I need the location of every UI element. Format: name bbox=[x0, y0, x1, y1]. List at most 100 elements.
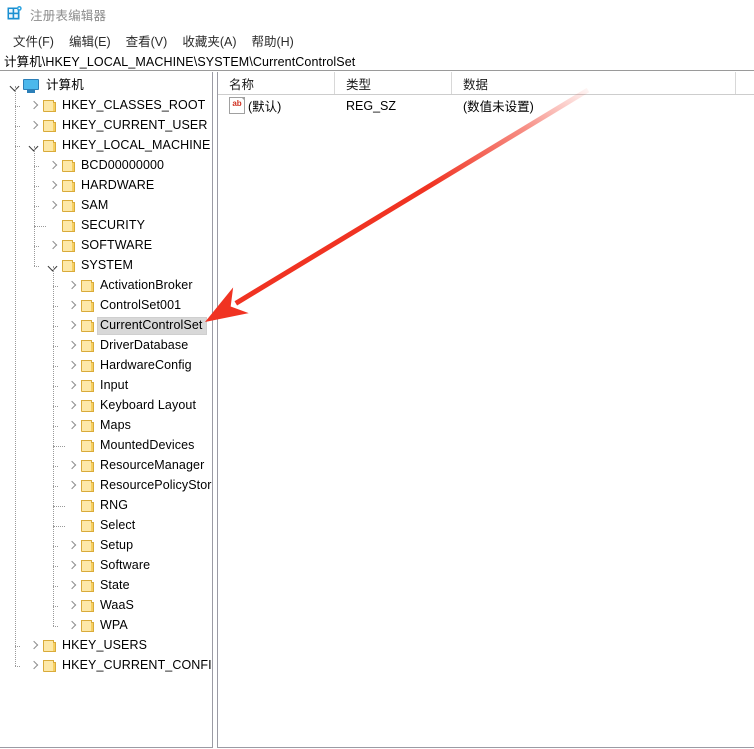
menu-view[interactable]: 查看(V) bbox=[119, 29, 176, 52]
tree-node[interactable]: SYSTEM bbox=[0, 256, 212, 276]
value-name: (默认) bbox=[248, 100, 282, 114]
tree-node-label: HKEY_CURRENT_USER bbox=[62, 118, 208, 132]
menu-help[interactable]: 帮助(H) bbox=[244, 29, 301, 52]
chevron-right-icon[interactable] bbox=[64, 358, 80, 374]
tree-node[interactable]: SOFTWARE bbox=[0, 236, 212, 256]
tree-connector bbox=[53, 506, 65, 508]
tree-connector bbox=[53, 446, 65, 448]
tree-node[interactable]: WaaS bbox=[0, 596, 212, 616]
chevron-right-icon[interactable] bbox=[64, 578, 80, 594]
tree-node[interactable]: WPA bbox=[0, 616, 212, 636]
chevron-right-icon[interactable] bbox=[64, 618, 80, 634]
chevron-right-icon[interactable] bbox=[64, 598, 80, 614]
address-bar[interactable]: 计算机\HKEY_LOCAL_MACHINE\SYSTEM\CurrentCon… bbox=[0, 51, 754, 71]
chevron-right-icon[interactable] bbox=[64, 338, 80, 354]
tree-node[interactable]: 计算机 bbox=[0, 76, 212, 96]
chevron-right-icon[interactable] bbox=[45, 238, 61, 254]
chevron-right-icon[interactable] bbox=[64, 378, 80, 394]
tree-node[interactable]: Input bbox=[0, 376, 212, 396]
tree-node[interactable]: HKEY_CURRENT_CONFIG bbox=[0, 656, 212, 676]
tree-connector bbox=[15, 146, 20, 148]
tree-node[interactable]: ActivationBroker bbox=[0, 276, 212, 296]
tree-node-label: SOFTWARE bbox=[81, 238, 153, 252]
column-header-label: 名称 bbox=[229, 77, 255, 92]
tree-node[interactable]: HKEY_LOCAL_MACHINE bbox=[0, 136, 212, 156]
folder-icon bbox=[61, 199, 76, 213]
tree-node[interactable]: CurrentControlSet bbox=[0, 316, 212, 336]
tree-node[interactable]: HKEY_USERS bbox=[0, 636, 212, 656]
tree-connector bbox=[34, 226, 46, 228]
folder-icon bbox=[80, 339, 95, 353]
value-row[interactable]: ab (默认) REG_SZ (数值未设置) bbox=[218, 95, 754, 116]
chevron-right-icon[interactable] bbox=[45, 158, 61, 174]
menu-file[interactable]: 文件(F) bbox=[6, 29, 62, 52]
tree-connector bbox=[34, 186, 39, 188]
tree-node[interactable]: HKEY_CLASSES_ROOT bbox=[0, 96, 212, 116]
menu-favorites[interactable]: 收藏夹(A) bbox=[175, 29, 244, 52]
folder-icon bbox=[61, 219, 76, 233]
tree-node-label: HKEY_USERS bbox=[62, 638, 148, 652]
value-data-cell: (数值未设置) bbox=[463, 100, 534, 114]
tree-node[interactable]: SAM bbox=[0, 196, 212, 216]
tree-node[interactable]: RNG bbox=[0, 496, 212, 516]
tree-connector bbox=[15, 106, 20, 108]
tree-connector bbox=[15, 86, 17, 666]
tree-node[interactable]: State bbox=[0, 576, 212, 596]
chevron-right-icon[interactable] bbox=[64, 398, 80, 414]
tree-node[interactable]: HARDWARE bbox=[0, 176, 212, 196]
tree-node[interactable]: Software bbox=[0, 556, 212, 576]
chevron-right-icon[interactable] bbox=[45, 198, 61, 214]
folder-icon bbox=[42, 659, 57, 673]
tree-node[interactable]: Setup bbox=[0, 536, 212, 556]
tree-node-label: HardwareConfig bbox=[100, 358, 192, 372]
chevron-right-icon[interactable] bbox=[45, 178, 61, 194]
chevron-right-icon[interactable] bbox=[64, 318, 80, 334]
folder-icon bbox=[80, 559, 95, 573]
chevron-right-icon[interactable] bbox=[26, 118, 42, 134]
chevron-right-icon[interactable] bbox=[64, 418, 80, 434]
chevron-right-icon[interactable] bbox=[64, 278, 80, 294]
tree-node[interactable]: DriverDatabase bbox=[0, 336, 212, 356]
tree-node[interactable]: SECURITY bbox=[0, 216, 212, 236]
tree-node[interactable]: ControlSet001 bbox=[0, 296, 212, 316]
menu-edit[interactable]: 编辑(E) bbox=[62, 29, 119, 52]
chevron-right-icon[interactable] bbox=[64, 538, 80, 554]
tree-node[interactable]: ResourceManager bbox=[0, 456, 212, 476]
content-area: 计算机 HKEY_CLASSES_ROOT HKEY_CURRENT_USER HKE… bbox=[0, 72, 754, 748]
tree-connector bbox=[53, 366, 58, 368]
chevron-right-icon[interactable] bbox=[26, 658, 42, 674]
tree-node-label: Input bbox=[100, 378, 129, 392]
tree-connector bbox=[34, 166, 39, 168]
folder-icon bbox=[80, 579, 95, 593]
column-header-label: 类型 bbox=[346, 77, 372, 92]
column-header[interactable]: 类型 bbox=[335, 72, 452, 94]
tree-node[interactable]: BCD00000000 bbox=[0, 156, 212, 176]
chevron-right-icon[interactable] bbox=[26, 98, 42, 114]
column-header[interactable]: 数据 bbox=[452, 72, 736, 94]
computer-icon bbox=[23, 78, 40, 94]
tree-node[interactable]: Select bbox=[0, 516, 212, 536]
value-name-cell: ab (默认) bbox=[218, 96, 335, 115]
tree-node-label: ActivationBroker bbox=[100, 278, 193, 292]
tree-node-label: State bbox=[100, 578, 130, 592]
tree-node-label: HKEY_CURRENT_CONFIG bbox=[62, 658, 213, 672]
chevron-right-icon[interactable] bbox=[64, 478, 80, 494]
chevron-right-icon[interactable] bbox=[64, 558, 80, 574]
chevron-right-icon[interactable] bbox=[64, 458, 80, 474]
column-header[interactable]: 名称 bbox=[218, 72, 335, 94]
chevron-right-icon[interactable] bbox=[26, 638, 42, 654]
folder-icon bbox=[80, 519, 95, 533]
tree-node[interactable]: MountedDevices bbox=[0, 436, 212, 456]
tree-node-label: Select bbox=[100, 518, 136, 532]
tree-node[interactable]: Maps bbox=[0, 416, 212, 436]
registry-tree: 计算机 HKEY_CLASSES_ROOT HKEY_CURRENT_USER HKE… bbox=[0, 72, 212, 676]
tree-node-label: MountedDevices bbox=[100, 438, 195, 452]
tree-node[interactable]: Keyboard Layout bbox=[0, 396, 212, 416]
tree-node[interactable]: HKEY_CURRENT_USER bbox=[0, 116, 212, 136]
tree-node[interactable]: ResourcePolicyStore bbox=[0, 476, 212, 496]
tree-connector bbox=[34, 206, 39, 208]
tree-node-label: BCD00000000 bbox=[81, 158, 165, 172]
chevron-right-icon[interactable] bbox=[64, 298, 80, 314]
tree-node[interactable]: HardwareConfig bbox=[0, 356, 212, 376]
